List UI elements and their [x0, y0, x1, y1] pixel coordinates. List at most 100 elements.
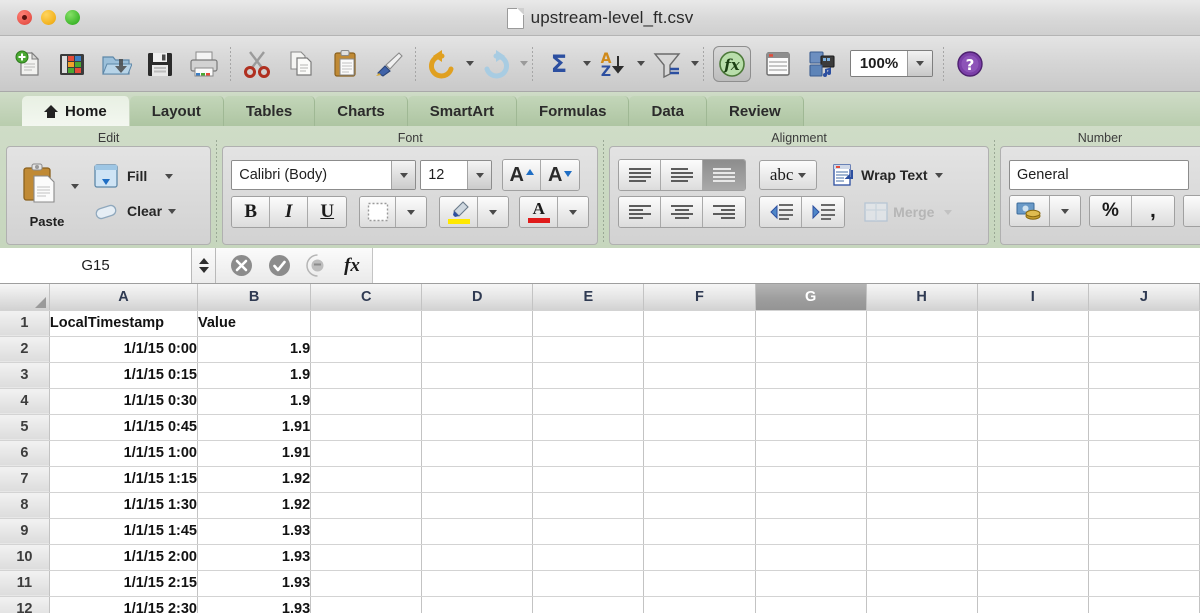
tab-charts[interactable]: Charts — [315, 96, 408, 126]
clear-dropdown-arrow[interactable] — [168, 208, 177, 214]
cell-h3[interactable] — [866, 362, 978, 389]
cell-i9[interactable] — [977, 518, 1089, 545]
table-row[interactable]: 7 1/1/15 1:15 1.92 — [0, 466, 1200, 493]
cell-i3[interactable] — [977, 362, 1089, 389]
cell-b5[interactable]: 1.91 — [197, 414, 312, 441]
cell-a11[interactable]: 1/1/15 2:15 — [49, 570, 199, 597]
wrap-text-button[interactable]: Wrap Text — [828, 160, 946, 190]
help-button[interactable]: ? — [948, 42, 992, 86]
cell-a7[interactable]: 1/1/15 1:15 — [49, 466, 199, 493]
cell-g12[interactable] — [755, 596, 867, 613]
cell-c3[interactable] — [310, 362, 423, 389]
cell-e11[interactable] — [532, 570, 645, 597]
open-button[interactable] — [94, 42, 138, 86]
media-browser-button[interactable] — [800, 42, 844, 86]
paste-toolbar-button[interactable] — [323, 42, 367, 86]
autosum-dropdown-arrow[interactable] — [583, 61, 591, 66]
highlight-color-button[interactable] — [440, 197, 479, 227]
sort-group[interactable]: A Z — [591, 42, 645, 86]
row-header[interactable]: 4 — [0, 388, 50, 415]
increase-indent-button[interactable] — [802, 197, 845, 227]
cell-i7[interactable] — [977, 466, 1089, 493]
cell-c6[interactable] — [310, 440, 423, 467]
cell-c2[interactable] — [310, 336, 423, 363]
cell-a9[interactable]: 1/1/15 1:45 — [49, 518, 199, 545]
column-header-i[interactable]: I — [977, 284, 1089, 311]
cell-g5[interactable] — [755, 414, 867, 441]
cell-i6[interactable] — [977, 440, 1089, 467]
cell-a6[interactable]: 1/1/15 1:00 — [49, 440, 199, 467]
cell-h10[interactable] — [866, 544, 978, 571]
cell-d11[interactable] — [421, 570, 534, 597]
table-row[interactable]: 11 1/1/15 2:15 1.93 — [0, 570, 1200, 597]
cell-g11[interactable] — [755, 570, 867, 597]
cell-g10[interactable] — [755, 544, 867, 571]
cell-d7[interactable] — [421, 466, 534, 493]
cell-d1[interactable] — [421, 310, 534, 337]
row-header[interactable]: 6 — [0, 440, 50, 467]
font-name-value[interactable]: Calibri (Body) — [232, 161, 392, 189]
table-row[interactable]: 9 1/1/15 1:45 1.93 — [0, 518, 1200, 545]
cell-e6[interactable] — [532, 440, 645, 467]
cell-b11[interactable]: 1.93 — [197, 570, 312, 597]
redo-button[interactable] — [474, 42, 518, 86]
cell-g1[interactable] — [755, 310, 867, 337]
cell-c4[interactable] — [310, 388, 423, 415]
row-header[interactable]: 5 — [0, 414, 50, 441]
zoom-control[interactable]: 100% — [850, 50, 933, 77]
cell-a8[interactable]: 1/1/15 1:30 — [49, 492, 199, 519]
cell-g9[interactable] — [755, 518, 867, 545]
table-row[interactable]: 3 1/1/15 0:15 1.9 — [0, 362, 1200, 389]
cell-d6[interactable] — [421, 440, 534, 467]
comma-format-button[interactable]: , — [1131, 196, 1174, 226]
cell-h7[interactable] — [866, 466, 978, 493]
cell-d3[interactable] — [421, 362, 534, 389]
align-right-button[interactable] — [703, 197, 746, 227]
cell-d10[interactable] — [421, 544, 534, 571]
undo-group[interactable] — [420, 42, 474, 86]
cell-f2[interactable] — [643, 336, 756, 363]
cell-g3[interactable] — [755, 362, 867, 389]
redo-dropdown-arrow[interactable] — [520, 61, 528, 66]
cell-e8[interactable] — [532, 492, 645, 519]
font-color-dropdown-arrow[interactable] — [558, 197, 589, 227]
cell-b7[interactable]: 1.92 — [197, 466, 312, 493]
autosum-button[interactable]: Σ — [537, 42, 581, 86]
spreadsheet-grid[interactable]: A B C D E F G H I J 1 LocalTimestamp Value… — [0, 284, 1200, 613]
cell-c5[interactable] — [310, 414, 423, 441]
cell-j11[interactable] — [1088, 570, 1200, 597]
cell-g4[interactable] — [755, 388, 867, 415]
column-header-c[interactable]: C — [310, 284, 423, 311]
currency-dropdown-arrow[interactable] — [1049, 196, 1080, 226]
paste-button[interactable] — [15, 158, 65, 214]
bold-button[interactable]: B — [232, 197, 271, 227]
row-header[interactable]: 10 — [0, 544, 50, 571]
cell-d2[interactable] — [421, 336, 534, 363]
cell-j4[interactable] — [1088, 388, 1200, 415]
tab-review[interactable]: Review — [707, 96, 804, 126]
cell-b3[interactable]: 1.9 — [197, 362, 312, 389]
undo-dropdown-arrow[interactable] — [466, 61, 474, 66]
tab-smartart[interactable]: SmartArt — [407, 96, 517, 126]
number-format-combo[interactable]: General — [1008, 160, 1189, 190]
cell-f7[interactable] — [643, 466, 756, 493]
cell-j5[interactable] — [1088, 414, 1200, 441]
tab-home[interactable]: Home — [22, 96, 130, 126]
grow-font-button[interactable]: A — [503, 160, 542, 190]
cell-d12[interactable] — [421, 596, 534, 613]
font-name-combo[interactable]: Calibri (Body) — [231, 160, 417, 190]
cell-g8[interactable] — [755, 492, 867, 519]
font-name-dropdown-arrow[interactable] — [391, 161, 416, 189]
zoom-value[interactable]: 100% — [851, 51, 907, 76]
formula-input[interactable] — [372, 248, 1200, 283]
column-header-g[interactable]: G — [755, 284, 867, 311]
number-format-value[interactable]: General — [1009, 161, 1188, 189]
increase-decimal-button[interactable] — [1183, 196, 1200, 226]
cell-j1[interactable] — [1088, 310, 1200, 337]
underline-button[interactable]: U — [308, 197, 347, 227]
zoom-dropdown-arrow[interactable] — [907, 51, 932, 76]
cell-g2[interactable] — [755, 336, 867, 363]
cut-button[interactable] — [235, 42, 279, 86]
cell-h1[interactable] — [866, 310, 978, 337]
cell-f10[interactable] — [643, 544, 756, 571]
